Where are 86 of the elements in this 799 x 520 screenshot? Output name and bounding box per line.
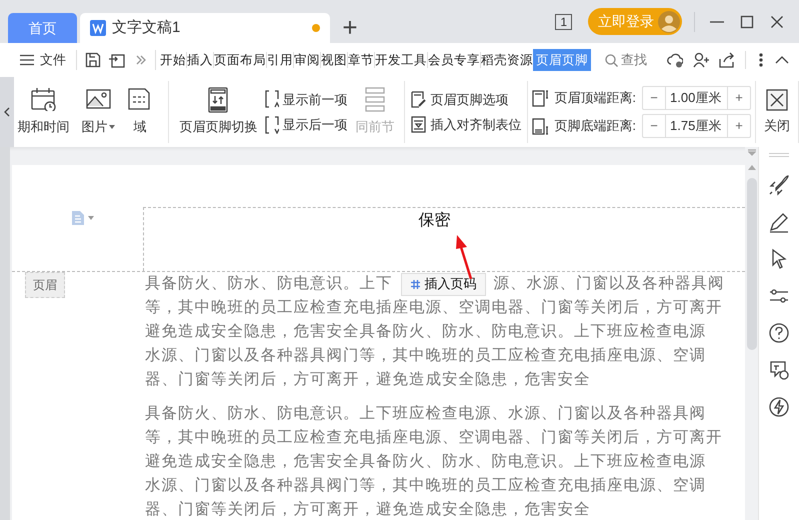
avatar-icon bbox=[658, 10, 680, 32]
translate-button[interactable] bbox=[768, 359, 790, 381]
document-icon bbox=[90, 20, 106, 36]
help-button[interactable] bbox=[768, 322, 790, 344]
close-header-footer-button[interactable]: 关闭 bbox=[756, 81, 799, 143]
image-icon bbox=[86, 87, 111, 112]
cloud-icon bbox=[667, 52, 683, 68]
collapse-icon bbox=[775, 56, 789, 64]
page-tab-icon bbox=[411, 116, 426, 134]
maximize-icon bbox=[740, 14, 754, 28]
search-icon bbox=[605, 54, 618, 66]
scroll-up-icon bbox=[748, 165, 756, 170]
field-label: 页眉顶端距离: bbox=[554, 89, 636, 108]
pen-icon bbox=[768, 211, 790, 233]
split-handle-icon bbox=[748, 149, 756, 157]
caret-icon bbox=[109, 125, 116, 129]
menu-tab[interactable]: 章节 bbox=[348, 49, 374, 71]
menu-tab[interactable]: 页面布局 bbox=[214, 49, 266, 71]
annotation-arrow bbox=[454, 235, 474, 279]
file-menu[interactable]: 文件 bbox=[20, 50, 70, 70]
menu-tab[interactable]: 引用 bbox=[267, 49, 293, 71]
body-text: 具备防火、防水、防电意识。上下班应检查电源、水源、门窗以及各种器具阀 bbox=[145, 406, 706, 422]
rocket-icon bbox=[768, 174, 790, 196]
rocket-button[interactable] bbox=[768, 174, 790, 196]
scrollbar-thumb[interactable] bbox=[746, 178, 756, 350]
menu-tab[interactable]: 审阅 bbox=[294, 49, 320, 71]
lightning-button[interactable] bbox=[768, 396, 790, 418]
stacked-lines-icon bbox=[364, 87, 385, 114]
body-text: 避免造成安全隐患，危害安全具备防火、防水、防电意识。上下班应检查电源 bbox=[145, 454, 706, 470]
body-text: 水源、门窗以及各种器具阀门等，其中晚班的员工应检查充电插座电源、空调 bbox=[145, 348, 706, 364]
body-text: 源、水源、门窗以及各种器具阀 bbox=[494, 276, 724, 292]
menu-icon bbox=[20, 54, 34, 66]
close-box-icon bbox=[766, 88, 788, 111]
footer-margin-icon bbox=[532, 118, 550, 134]
ribbon-button[interactable]: 图片 bbox=[75, 81, 122, 143]
save-icon bbox=[85, 52, 101, 68]
more-icon bbox=[759, 53, 763, 67]
body-text: 水源、门窗以及各种器具阀门等，其中晚班的员工应检查充电插座电源、空调 bbox=[145, 478, 706, 494]
body-text: 避免造成安全隐患，危害安全具备防火、防水、防电意识。上下班应检查电源 bbox=[145, 324, 706, 340]
menu-tab[interactable]: 开发工具 bbox=[375, 49, 427, 71]
field-label: 页脚底端距离: bbox=[554, 117, 636, 136]
menu-tab[interactable]: 会员专享 bbox=[428, 49, 480, 71]
page-switch-icon bbox=[208, 87, 228, 114]
show-next-button[interactable]: 显示后一项 bbox=[265, 115, 348, 134]
body-text: 器、门窗等关闭后，方可离开，避免造成安全隐患，危害安全 bbox=[145, 502, 590, 518]
same-as-previous-button: 同前节 bbox=[353, 81, 396, 143]
more-chevron-icon bbox=[136, 55, 146, 65]
add-user-icon bbox=[693, 52, 709, 68]
search-button[interactable]: 查找 bbox=[605, 50, 647, 70]
translate-icon bbox=[768, 359, 790, 381]
header-text: 保密 bbox=[418, 211, 450, 231]
calendar-icon bbox=[30, 87, 56, 112]
document-tab[interactable]: 文字文稿1 bbox=[80, 13, 330, 43]
insert-page-number-button[interactable]: 插入页码 bbox=[400, 272, 486, 296]
hash-icon bbox=[410, 278, 420, 290]
header-tag: 页眉 bbox=[25, 272, 65, 298]
insert-tab-stop-button[interactable]: 插入对齐制表位 bbox=[411, 115, 522, 134]
export-icon bbox=[109, 52, 125, 68]
body-text: 具备防火、防水、防电意识。上下 bbox=[145, 276, 392, 292]
pen-button[interactable] bbox=[768, 211, 790, 233]
header-footer-switch-button[interactable]: 页眉页脚切换 bbox=[177, 81, 260, 143]
body-text: 等，其中晚班的员工应检查充电插座电源、空调电器、门窗等关闭后，方可离开 bbox=[145, 300, 722, 316]
menu-tab[interactable]: 稻壳资源 bbox=[481, 49, 533, 71]
share-icon bbox=[719, 52, 735, 68]
header-footer-options-button[interactable]: 页眉页脚选项 bbox=[411, 90, 522, 109]
menu-tab[interactable]: 开始 bbox=[160, 49, 186, 71]
header-margin-icon bbox=[532, 90, 550, 106]
close-icon bbox=[770, 14, 784, 28]
help-icon bbox=[768, 322, 790, 344]
body-text: 等，其中晚班的员工应检查充电插座电源、空调电器、门窗等关闭后，方可离开 bbox=[145, 430, 722, 446]
ribbon-button[interactable]: 期和时间 bbox=[11, 81, 76, 143]
lightning-icon bbox=[768, 396, 790, 418]
chevron-left-icon bbox=[4, 107, 10, 117]
caret-icon bbox=[88, 216, 94, 220]
menu-tab[interactable]: 视图 bbox=[321, 49, 347, 71]
ribbon-button[interactable]: 域 bbox=[121, 81, 158, 143]
tab-label: 文字文稿1 bbox=[112, 18, 182, 38]
show-previous-button[interactable]: 显示前一项 bbox=[265, 90, 348, 109]
body-text: 器、门窗等关闭后，方可离开，避免造成安全隐患，危害安全 bbox=[145, 372, 590, 388]
field-icon bbox=[127, 87, 152, 112]
page-count-badge[interactable]: 1 bbox=[555, 14, 572, 30]
page-edit-icon bbox=[411, 90, 426, 108]
new-tab-button[interactable]: + bbox=[338, 13, 362, 41]
menu-tab[interactable]: 插入 bbox=[187, 49, 213, 71]
minimize-icon bbox=[710, 20, 724, 22]
document-icon bbox=[72, 211, 84, 225]
